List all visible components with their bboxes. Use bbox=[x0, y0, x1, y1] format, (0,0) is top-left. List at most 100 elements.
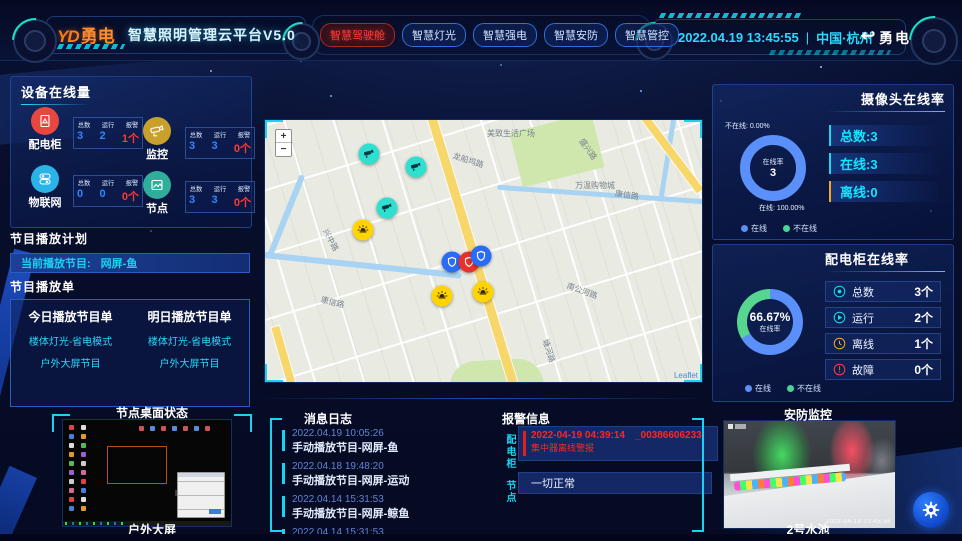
row-value: 0个 bbox=[914, 361, 933, 378]
dashboard: YD 勇电 智慧照明管理云平台V5.0 智慧驾驶舱 智慧灯光 智慧强电 智慧安防… bbox=[0, 0, 962, 541]
device-stats: 总数运行报警 330个 bbox=[185, 181, 255, 213]
camera-offline-stat: 离线:0 bbox=[829, 181, 938, 202]
map-marker-light[interactable] bbox=[353, 220, 374, 241]
street-label: 万温购物城 bbox=[575, 180, 615, 191]
playlist-column-header: 明日播放节目单 bbox=[130, 308, 249, 325]
legend-label: 不在线 bbox=[793, 224, 817, 233]
row-value: 1个 bbox=[914, 335, 933, 352]
user-label[interactable]: 勇电 bbox=[879, 28, 911, 48]
device-online-panel: 设备在线量 配电柜 总数运行报警 321个 监控 总数运行报警 bbox=[10, 76, 252, 228]
stat-running: 0 bbox=[99, 188, 105, 204]
playlist-item[interactable]: 楼体灯光-省电模式 bbox=[130, 333, 249, 348]
camera-stats: 总数:3 在线:3 离线:0 bbox=[829, 125, 938, 209]
map-park bbox=[448, 358, 543, 382]
datetime: 2022.04.19 13:45:55 bbox=[678, 30, 799, 45]
current-program-label: 当前播放节目: bbox=[21, 255, 91, 271]
total-icon bbox=[833, 285, 846, 298]
log-list: 2022.04.19 10:05:26 手动播放节目-网屏-鱼 2022.04.… bbox=[282, 428, 468, 536]
cabinet-online-panel: 配电柜在线率 66.67% 在线率 在线 不在线 总数 3个 运行 2个 bbox=[712, 244, 954, 402]
panel-title: 安防监控 bbox=[712, 406, 904, 423]
camera-donut: 不在线: 0.00% 在线率 3 在线: 100.00% bbox=[733, 135, 813, 201]
online-rate-label: 在线: 100.00% bbox=[759, 203, 805, 213]
back-icon: ↩ bbox=[861, 26, 875, 45]
log-entry: 2022.04.19 10:05:26 手动播放节目-网屏-鱼 bbox=[282, 428, 468, 455]
legend-label: 不在线 bbox=[797, 384, 821, 393]
stat-running: 3 bbox=[211, 140, 217, 156]
alarm-status: 一切正常 bbox=[531, 475, 575, 491]
map-marker-camera[interactable] bbox=[406, 157, 427, 178]
stat-running: 3 bbox=[211, 194, 217, 210]
offline-clock-icon bbox=[833, 337, 846, 350]
map-marker-shield[interactable] bbox=[471, 246, 492, 267]
device-card-node: 节点 总数运行报警 330个 bbox=[131, 171, 255, 216]
legend-dot bbox=[745, 385, 752, 392]
map-marker-camera[interactable] bbox=[377, 198, 398, 219]
map-attribution[interactable]: Leaflet bbox=[674, 371, 698, 380]
map-marker-camera[interactable] bbox=[359, 144, 380, 165]
cabinet-icon bbox=[31, 107, 59, 135]
dash-decoration bbox=[769, 50, 891, 55]
cabinet-total-row: 总数 3个 bbox=[825, 281, 941, 302]
message-log-panel: 消息日志 2022.04.19 10:05:26 手动播放节目-网屏-鱼 202… bbox=[268, 404, 468, 536]
donut-ring: 在线率 3 bbox=[740, 135, 806, 201]
tab-lighting[interactable]: 智慧灯光 bbox=[402, 23, 466, 47]
zoom-out-button[interactable]: − bbox=[276, 143, 291, 156]
playlist-today: 今日播放节目单 楼体灯光-省电模式 户外大屏节目 bbox=[11, 308, 130, 406]
log-entry: 2022.04.14 15:31:53 手动播放节目-网屏-鲸鱼 bbox=[282, 494, 468, 521]
rivet-decoration bbox=[910, 17, 958, 65]
cabinet-legend: 在线 不在线 bbox=[745, 383, 821, 394]
playlist-panel: 节目播放单 今日播放节目单 楼体灯光-省电模式 户外大屏节目 明日播放节目单 楼… bbox=[10, 278, 250, 398]
row-label: 运行 bbox=[852, 310, 908, 326]
map-marker-light[interactable] bbox=[432, 286, 453, 307]
divider bbox=[258, 398, 708, 399]
alarm-box-cabinet: 2022-04-19 04:39:14_00386606233 集中器离线警报 bbox=[518, 426, 718, 461]
desktop-icons bbox=[66, 423, 90, 515]
log-entry: 2022.04.18 19:48:20 手动播放节目-网屏-运动 bbox=[282, 461, 468, 488]
alarm-info-panel: 报警信息 配电柜 2022-04-19 04:39:14_00386606233… bbox=[478, 404, 708, 536]
node-desktop-screenshot[interactable] bbox=[62, 419, 232, 527]
tab-control[interactable]: 智慧管控 bbox=[615, 23, 679, 47]
playlist-item[interactable]: 户外大屏节目 bbox=[11, 355, 130, 370]
map[interactable]: 龙船坞路盛兴路美致生活广场万温购物城兴中路康信路康信路南公河路塘河路 + − L… bbox=[265, 120, 702, 382]
device-name: 配电柜 bbox=[19, 136, 71, 152]
play-plan-panel: 节目播放计划 当前播放节目: 网屏-鱼 bbox=[10, 230, 250, 274]
playlist-item[interactable]: 楼体灯光-省电模式 bbox=[11, 333, 130, 348]
fault-icon bbox=[833, 363, 846, 376]
panel-title: 报警信息 bbox=[502, 410, 550, 427]
donut-center-value: 66.67% bbox=[750, 310, 791, 324]
alarm-description: 集中器离线警报 bbox=[531, 441, 711, 454]
tab-power[interactable]: 智慧强电 bbox=[473, 23, 537, 47]
playlist-item[interactable]: 户外大屏节目 bbox=[130, 355, 249, 370]
cabinet-donut: 66.67% 在线率 bbox=[737, 289, 809, 355]
street-label: 美致生活广场 bbox=[487, 128, 535, 139]
map-corner-decoration bbox=[684, 120, 702, 138]
tab-cockpit[interactable]: 智慧驾驶舱 bbox=[320, 23, 395, 47]
cabinet-running-row: 运行 2个 bbox=[825, 307, 941, 328]
device-name: 物联网 bbox=[19, 194, 71, 210]
desktop-dialog bbox=[177, 472, 225, 518]
cabinet-stat-rows: 总数 3个 运行 2个 离线 1个 故障 0个 bbox=[825, 281, 941, 385]
settings-button[interactable] bbox=[913, 492, 949, 528]
stat-header: 运行 bbox=[102, 121, 115, 130]
log-time: 2022.04.14 15:31:53 bbox=[292, 494, 468, 505]
diagonal-decoration bbox=[0, 466, 37, 541]
zoom-in-button[interactable]: + bbox=[276, 130, 291, 143]
donut-center-label: 在线率 bbox=[760, 324, 781, 334]
tab-security[interactable]: 智慧安防 bbox=[544, 23, 608, 47]
map-marker-light[interactable] bbox=[473, 282, 494, 303]
stat-header: 运行 bbox=[214, 185, 227, 194]
stat-header: 总数 bbox=[190, 185, 203, 194]
panel-title: 节目播放单 bbox=[10, 278, 250, 295]
camera-legend: 在线 不在线 bbox=[741, 223, 817, 234]
stat-alarm: 0个 bbox=[234, 140, 251, 156]
device-card-camera: 监控 总数运行报警 330个 bbox=[131, 117, 255, 162]
donut-center-value: 3 bbox=[770, 167, 776, 179]
desktop-icons bbox=[136, 424, 213, 433]
node-desktop-panel: 节点桌面状态 户外大屏 bbox=[52, 402, 252, 538]
back-button[interactable]: ↩ bbox=[855, 25, 881, 47]
stat-total: 3 bbox=[77, 130, 83, 146]
dash-decoration bbox=[659, 13, 801, 18]
donut-ring: 66.67% 在线率 bbox=[737, 289, 803, 355]
panel-title: 摄像头在线率 bbox=[825, 89, 945, 112]
cctv-video[interactable]: 2022-04-19 13:45:58 bbox=[723, 420, 896, 529]
